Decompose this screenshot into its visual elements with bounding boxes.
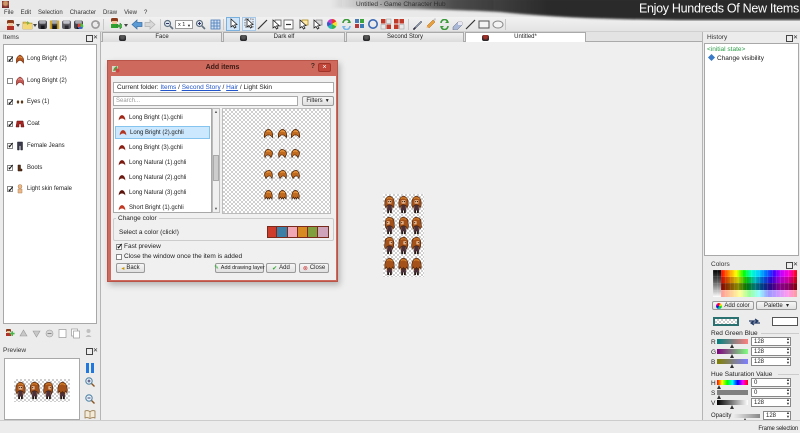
svg-text:Enjoy Hundreds Of New Items: Enjoy Hundreds Of New Items bbox=[639, 2, 799, 16]
